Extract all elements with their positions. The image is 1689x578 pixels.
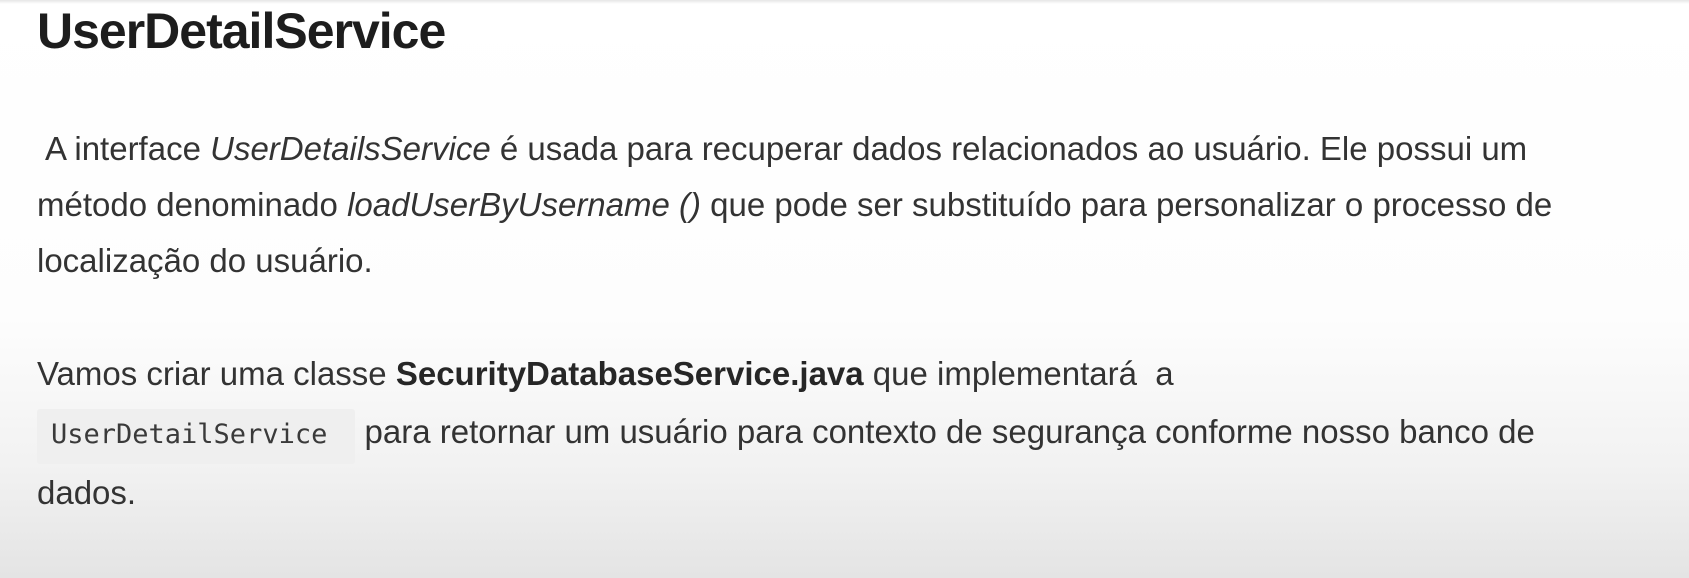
page-title: UserDetailService [37, 3, 446, 59]
paragraph-text: Vamos criar uma classe [37, 355, 396, 392]
paragraph-text: que implementará a [863, 355, 1183, 392]
class-name-bold: SecurityDatabaseService.java [395, 355, 864, 392]
interface-name-italic: UserDetailsService [210, 130, 491, 167]
intro-paragraph: A interface UserDetailsService é usada p… [37, 121, 1597, 289]
method-name-italic: loadUserByUsername () [347, 186, 702, 223]
implementation-paragraph: Vamos criar uma classe SecurityDatabaseS… [37, 345, 1597, 522]
paragraph-text: A interface [45, 130, 211, 167]
inline-code: UserDetailService [37, 409, 356, 464]
page: { "document": { "title": "UserDetailServ… [0, 0, 1689, 578]
